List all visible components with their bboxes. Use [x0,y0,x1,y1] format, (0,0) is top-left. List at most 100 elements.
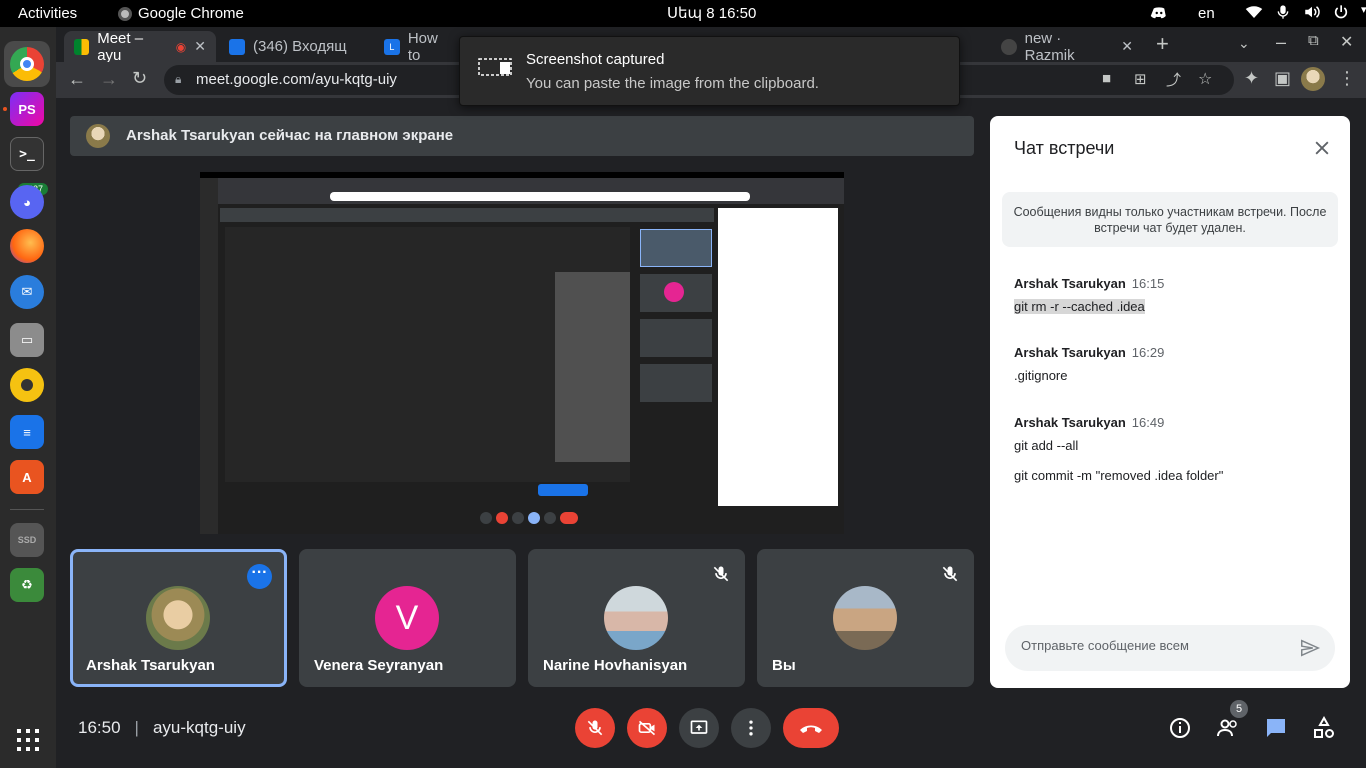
participant-initial-avatar: V [375,586,439,650]
chat-message: Arshak Tsarukyan 16:49 git add --all git … [1014,415,1223,483]
forward-icon[interactable]: → [100,69,118,90]
leave-call-button[interactable] [783,708,839,748]
chat-message-input[interactable] [1021,638,1281,653]
meeting-info-icon[interactable] [1168,716,1192,740]
translate-icon[interactable]: ⊞ [1134,70,1147,88]
muted-mic-icon [713,566,729,582]
tab-search-icon[interactable]: ⌄ [1238,35,1250,52]
back-icon[interactable]: ← [68,69,86,90]
mini-tile-3 [640,319,712,357]
phpstorm-dock-icon[interactable]: PS [10,92,44,126]
activities-shapes-icon[interactable] [1312,716,1336,740]
chat-input-container [1005,625,1335,671]
system-top-bar: Activities Google Chrome Սեպ 8 16:50 en … [0,0,1366,27]
meet-icon [74,38,90,55]
meeting-time: 16:50 [78,718,121,737]
clock[interactable]: Սեպ 8 16:50 [667,4,756,22]
chat-icon[interactable] [1264,716,1288,740]
bookmark-star-icon[interactable]: ☆ [1198,69,1212,89]
present-screen-button[interactable] [679,708,719,748]
rhythmbox-dock-icon[interactable] [10,368,44,402]
language-indicator[interactable]: en [1198,5,1215,22]
send-icon[interactable] [1299,637,1321,659]
chrome-menu-icon[interactable]: ⋮ [1338,68,1356,89]
writer-dock-icon[interactable]: ≡ [10,415,44,449]
show-apps-icon[interactable] [17,729,39,751]
terminal-dock-icon[interactable]: >_ [10,137,44,171]
mini-dock [200,178,218,534]
files-dock-icon[interactable]: ▭ [10,323,44,357]
close-icon[interactable] [1312,138,1332,158]
people-count-badge: 5 [1230,700,1248,718]
close-window-icon[interactable]: ✕ [1340,32,1353,52]
firefox-dock-icon[interactable] [10,229,44,263]
mini-tile-2 [640,274,712,312]
dock: PS >_ 1827 ◕ ✉ ▭ ≡ A SSD ♻ [0,27,56,768]
message-time: 16:29 [1131,345,1165,360]
status-icons[interactable]: ▾ [1245,3,1366,21]
chat-title: Чат встречи [1014,138,1115,158]
lock-icon[interactable]: 🔒︎ [175,72,181,87]
camera-toggle-button[interactable] [627,708,667,748]
participant-tile[interactable]: V Venera Seyranyan [299,549,516,687]
software-dock-icon[interactable]: A [10,460,44,494]
close-tab-icon[interactable]: ✕ [1121,38,1133,55]
message-sender: Arshak Tsarukyan [1014,345,1126,360]
profile-avatar[interactable] [1301,67,1325,91]
minimize-icon[interactable]: – [1276,32,1286,53]
new-tab-icon[interactable]: + [1156,31,1169,57]
participant-tile[interactable]: Narine Hovhanisyan [528,549,745,687]
presenter-avatar [86,124,110,148]
running-dot [3,107,7,111]
screenshot-icon [478,58,512,76]
people-icon[interactable] [1216,716,1240,740]
screenshot-notification[interactable]: Screenshot captured You can paste the im… [459,36,960,106]
app-name: Google Chrome [138,5,244,22]
message-text: git commit -m "removed .idea folder" [1014,468,1224,483]
participant-tile[interactable]: Вы [757,549,974,687]
reload-icon[interactable]: ↻ [132,68,147,89]
participant-tile[interactable]: ··· Arshak Tsarukyan [70,549,287,687]
chat-info-notice: Сообщения видны только участникам встреч… [1002,192,1338,247]
close-tab-icon[interactable]: ✕ [194,38,206,55]
extensions-icon[interactable]: ✦ [1244,68,1259,89]
participant-name: Arshak Tsarukyan [86,657,215,674]
site-icon: L [384,38,400,55]
participant-name: Narine Hovhanisyan [543,657,688,674]
camera-in-use-icon[interactable]: ■ [1102,70,1111,87]
tab-github[interactable]: new · Razmik ✕ [991,30,1143,64]
chrome-dock-icon[interactable] [10,47,44,81]
maximize-icon[interactable]: ⧉ [1308,32,1319,49]
share-icon[interactable]: ⤴ [1166,69,1181,90]
tab-title: How to [407,29,438,64]
mini-present-button [538,484,588,496]
thunderbird-dock-icon[interactable]: ✉ [10,275,44,309]
message-text: .gitignore [1014,368,1068,383]
meeting-code: ayu-kqtg-uiy [152,718,246,737]
mini-tile-1 [640,229,712,267]
activities-button[interactable]: Activities [18,5,77,22]
app-menu[interactable]: Google Chrome [118,5,244,22]
more-options-button[interactable] [731,708,771,748]
mini-chat-panel [718,208,838,506]
camera-off-icon [638,720,656,736]
muted-mic-icon [942,566,958,582]
mic-toggle-button[interactable] [575,708,615,748]
reading-list-icon[interactable]: ▣ [1274,68,1291,89]
tab-howto[interactable]: L How to [374,29,464,64]
ssd-dock-icon[interactable]: SSD [10,523,44,557]
message-time: 16:15 [1131,276,1165,291]
discord-tray-icon[interactable] [1150,4,1168,22]
url-text[interactable]: meet.google.com/ayu-kqtg-uiy [196,71,397,88]
trash-dock-icon[interactable]: ♻ [10,568,44,602]
more-options-icon[interactable]: ··· [247,564,272,589]
tray [1150,4,1168,22]
message-time: 16:49 [1131,415,1165,430]
tab-inbox[interactable]: (346) Входящ [219,31,369,62]
menu-arrow-icon: ▾ [1361,4,1366,16]
mini-nested-chat [555,272,630,462]
discord-dock-icon[interactable]: ◕ [10,185,44,219]
meeting-details: 16:50 | ayu-kqtg-uiy [78,718,246,738]
recording-icon: ◉ [175,39,187,54]
tab-meet[interactable]: Meet – ayu ◉ ✕ [64,30,216,64]
